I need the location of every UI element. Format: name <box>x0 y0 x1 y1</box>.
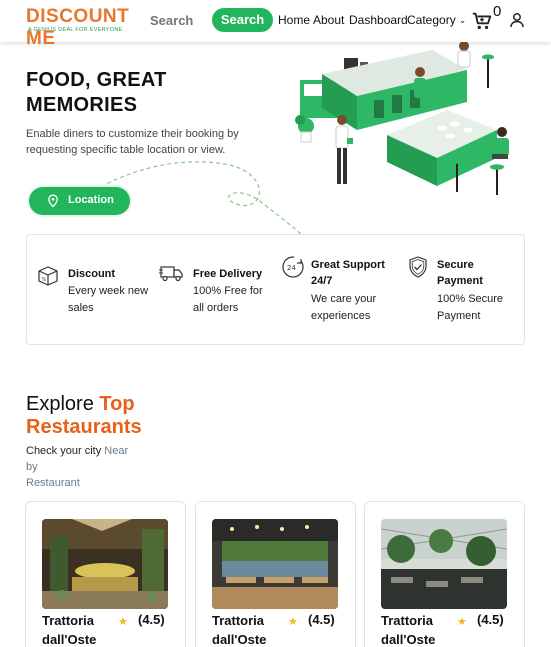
feature-support-title: Great Support 24/7 <box>311 259 385 287</box>
filter-near-link[interactable]: Near <box>104 445 128 457</box>
check-city-label: Check your city <box>26 445 102 457</box>
restaurant-card[interactable]: Trattoria dall'Oste ★ (4.5) <box>25 501 186 647</box>
support-24-icon: 24 <box>282 256 304 278</box>
feature-secure-payment-subtitle: 100% Secure Payment <box>437 293 504 322</box>
search-input[interactable] <box>150 9 208 31</box>
discount-box-icon: % <box>38 266 58 286</box>
user-account-icon[interactable] <box>509 12 525 28</box>
location-button[interactable]: Location <box>29 187 130 215</box>
feature-support-subtitle: We care your experiences <box>311 293 377 322</box>
hero-title-line-2: MEMORIES <box>26 94 138 116</box>
restaurant-rating: (4.5) <box>477 612 504 627</box>
star-icon: ★ <box>457 616 467 628</box>
feature-secure-payment-title: Secure Payment <box>437 259 483 287</box>
hero-title: FOOD, GREAT MEMORIES <box>26 68 167 118</box>
hero-title-line-1: FOOD, GREAT <box>26 69 167 91</box>
explore-heading-top: Top <box>99 393 135 415</box>
svg-text:%: % <box>42 277 47 283</box>
restaurant-photo <box>212 519 338 609</box>
features-panel: % Discount Every week new sales Free Del… <box>26 234 525 345</box>
restaurant-name[interactable]: Trattoria dall'Oste <box>42 611 112 647</box>
feature-free-delivery-subtitle: 100% Free for all orders <box>193 285 263 314</box>
nav-home[interactable]: Home <box>278 13 310 27</box>
cart-count-badge: 0 <box>493 3 502 20</box>
explore-heading-restaurants: Restaurants <box>26 416 142 438</box>
logo-tagline: A GENIUS DEAL FOR EVERYONE <box>28 27 123 33</box>
nav-category-dropdown[interactable]: Category ⌄ <box>407 13 466 27</box>
feature-discount-subtitle: Every week new sales <box>68 285 149 314</box>
shield-check-icon <box>409 256 427 278</box>
restaurant-name[interactable]: Trattoria dall'Oste <box>381 611 451 647</box>
restaurant-card[interactable]: Trattoria dall'Oste ★ (4.5) <box>364 501 525 647</box>
restaurant-rating: (4.5) <box>308 612 335 627</box>
explore-heading: Explore Top Restaurants <box>26 393 142 439</box>
restaurant-photo <box>381 519 507 609</box>
check-city-filter: Check your city Near by Restaurant <box>26 443 136 491</box>
filter-restaurant-link[interactable]: Restaurant <box>26 477 80 489</box>
shopping-cart-icon[interactable] <box>471 10 493 32</box>
logo-text-part-a: DIS <box>26 6 60 27</box>
explore-heading-prefix: Explore <box>26 393 94 415</box>
search-button[interactable]: Search <box>212 8 273 32</box>
feature-free-delivery-title: Free Delivery <box>193 268 263 280</box>
restaurant-rating: (4.5) <box>138 612 165 627</box>
top-navbar: DISCOUNT ME A GENIUS DEAL FOR EVERYONE S… <box>0 0 551 49</box>
nav-dashboard[interactable]: Dashboard <box>349 13 408 27</box>
location-button-label: Location <box>68 194 114 206</box>
restaurant-name[interactable]: Trattoria dall'Oste <box>212 611 282 647</box>
nav-category-label: Category <box>407 13 456 27</box>
map-pin-icon <box>48 194 58 208</box>
chevron-down-icon: ⌄ <box>458 15 467 25</box>
restaurant-photo <box>42 519 168 609</box>
restaurant-hero-illustration <box>295 41 509 195</box>
brand-logo[interactable]: DISCOUNT ME A GENIUS DEAL FOR EVERYONE <box>26 6 144 49</box>
star-icon: ★ <box>118 616 128 628</box>
restaurant-card[interactable]: Trattoria dall'Oste ★ (4.5) <box>195 501 356 647</box>
filter-by-label: by <box>26 461 38 473</box>
nav-about[interactable]: About <box>313 13 344 27</box>
delivery-truck-icon <box>159 266 183 282</box>
svg-text:24: 24 <box>287 264 296 272</box>
star-icon: ★ <box>288 616 298 628</box>
feature-discount-title: Discount <box>68 268 116 280</box>
